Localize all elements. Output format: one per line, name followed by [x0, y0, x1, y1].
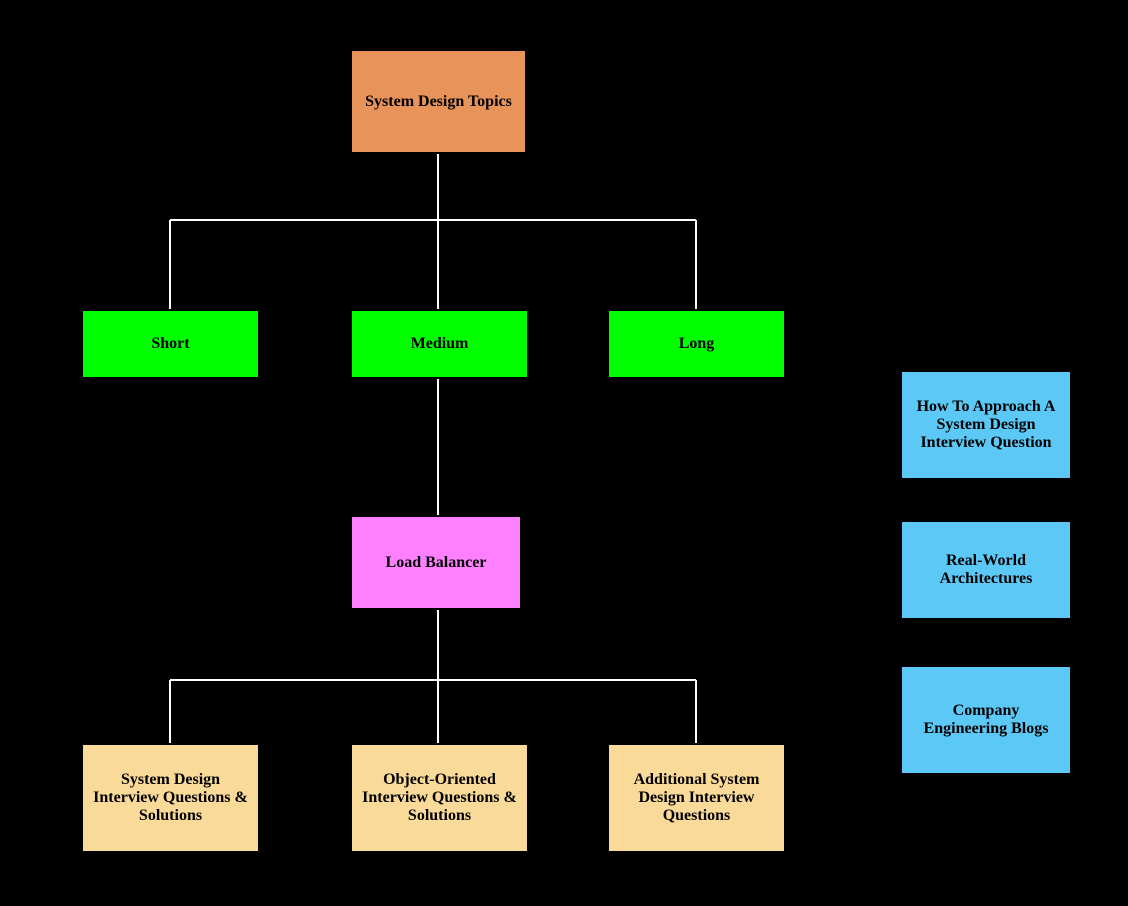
node-company-engineering[interactable]: Company Engineering Blogs [900, 665, 1072, 775]
node-label: Short [151, 335, 189, 353]
node-label: How To Approach A System Design Intervie… [912, 398, 1060, 452]
node-label: Company Engineering Blogs [912, 702, 1060, 738]
node-label: Load Balancer [386, 554, 487, 572]
node-medium[interactable]: Medium [350, 309, 529, 379]
node-label: System Design Topics [365, 93, 512, 111]
node-label: Additional System Design Interview Quest… [619, 771, 774, 825]
node-label: System Design Interview Questions & Solu… [93, 771, 248, 825]
node-label: Medium [411, 335, 469, 353]
node-load-balancer[interactable]: Load Balancer [350, 515, 522, 610]
node-system-design-topics[interactable]: System Design Topics [350, 49, 527, 154]
node-label: Long [679, 335, 715, 353]
node-object-oriented[interactable]: Object-Oriented Interview Questions & So… [350, 743, 529, 853]
node-long[interactable]: Long [607, 309, 786, 379]
node-additional-system[interactable]: Additional System Design Interview Quest… [607, 743, 786, 853]
node-short[interactable]: Short [81, 309, 260, 379]
node-real-world[interactable]: Real-World Architectures [900, 520, 1072, 620]
node-label: Object-Oriented Interview Questions & So… [362, 771, 517, 825]
node-how-to-approach[interactable]: How To Approach A System Design Intervie… [900, 370, 1072, 480]
node-system-design-interview[interactable]: System Design Interview Questions & Solu… [81, 743, 260, 853]
node-label: Real-World Architectures [912, 552, 1060, 588]
